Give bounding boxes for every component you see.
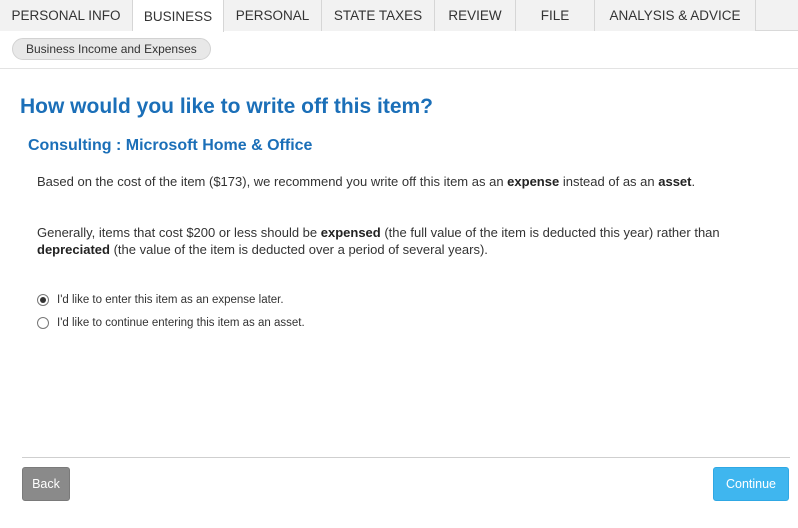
para1-bold-expense: expense: [507, 174, 560, 189]
tab-personal-info[interactable]: PERSONAL INFO: [0, 0, 133, 31]
tab-personal[interactable]: PERSONAL: [224, 0, 322, 31]
para1-text-2: instead of as an: [559, 174, 659, 189]
back-button[interactable]: Back: [22, 467, 70, 501]
item-title: Consulting : Microsoft Home & Office: [28, 137, 313, 154]
tab-analysis-advice[interactable]: ANALYSIS & ADVICE: [595, 0, 756, 31]
tab-bar-filler: [756, 0, 798, 30]
option-expense-label: I'd like to enter this item as an expens…: [57, 294, 284, 306]
para2-text-1: Generally, items that cost $200 or less …: [37, 225, 321, 240]
para1-text-1: Based on the cost of the item ($173), we…: [37, 174, 508, 189]
tab-state-taxes[interactable]: STATE TAXES: [322, 0, 435, 31]
recommendation-text: Based on the cost of the item ($173), we…: [37, 173, 767, 190]
top-nav-tabs: PERSONAL INFO BUSINESS PERSONAL STATE TA…: [0, 0, 798, 32]
continue-button[interactable]: Continue: [713, 467, 789, 501]
footer-divider: [22, 457, 790, 458]
page-title: How would you like to write off this ite…: [20, 95, 434, 118]
tab-file[interactable]: FILE: [516, 0, 595, 31]
para2-bold-expensed: expensed: [320, 225, 381, 240]
option-asset-label: I'd like to continue entering this item …: [57, 317, 305, 329]
para1-text-3: .: [691, 174, 696, 189]
radio-button-asset[interactable]: [37, 317, 49, 329]
tab-review[interactable]: REVIEW: [435, 0, 516, 31]
tab-business[interactable]: BUSINESS: [133, 0, 224, 32]
para1-bold-asset: asset: [658, 174, 692, 189]
para2-text-3: (the value of the item is deducted over …: [109, 242, 488, 257]
para2-text-2: (the full value of the item is deducted …: [380, 225, 720, 240]
subnav-bar: Business Income and Expenses: [0, 31, 798, 69]
breadcrumb-pill-business-income[interactable]: Business Income and Expenses: [12, 38, 211, 60]
option-expense-later[interactable]: I'd like to enter this item as an expens…: [37, 294, 284, 306]
option-continue-asset[interactable]: I'd like to continue entering this item …: [37, 317, 305, 329]
guideline-text: Generally, items that cost $200 or less …: [37, 224, 767, 258]
radio-button-expense[interactable]: [37, 294, 49, 306]
para2-bold-depreciated: depreciated: [37, 242, 110, 257]
